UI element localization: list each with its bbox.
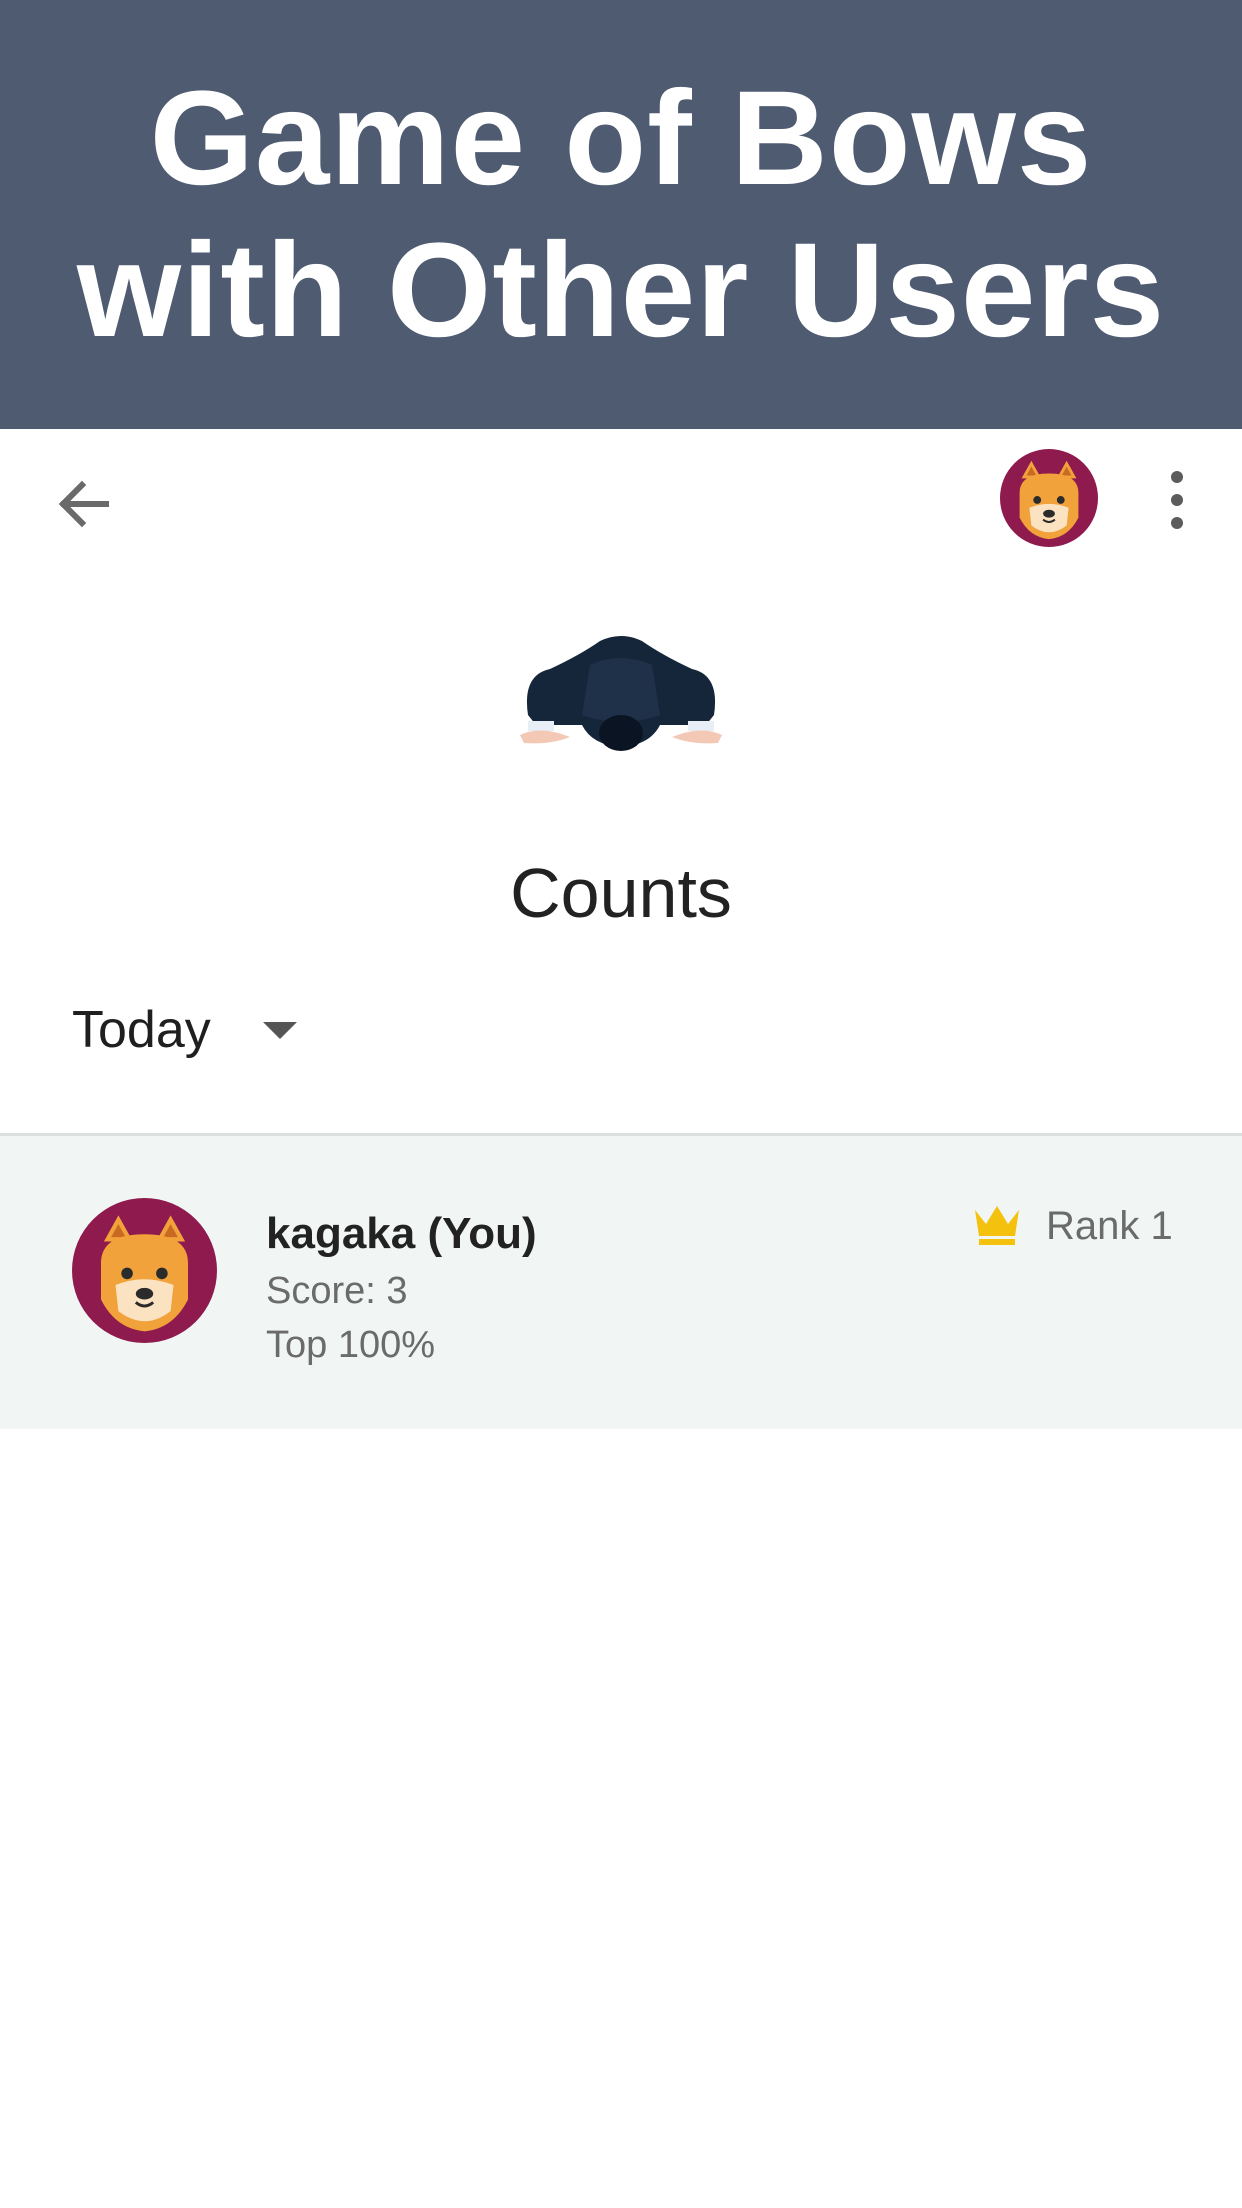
arrow-left-icon <box>58 480 109 528</box>
more-vertical-icon <box>1171 471 1183 529</box>
user-top-percent: Top 100% <box>266 1324 436 1366</box>
app-bar <box>0 429 1242 569</box>
page-title: Counts <box>510 854 732 932</box>
user-rank: Rank 1 <box>1046 1204 1173 1248</box>
crown-icon <box>972 1202 1022 1246</box>
leaderboard-row[interactable]: kagaka (You) Score: 3 Top 100% Rank 1 <box>0 1136 1242 1429</box>
period-selected-value: Today <box>72 1001 211 1059</box>
period-dropdown[interactable]: Today <box>72 990 297 1070</box>
promo-banner: Game of Bows with Other Users <box>0 0 1242 429</box>
user-name: kagaka (You) <box>266 1209 537 1258</box>
profile-avatar-button[interactable] <box>1000 449 1098 547</box>
bowing-person-illustration <box>510 625 732 755</box>
back-button[interactable] <box>50 469 120 539</box>
banner-title-line-2: with Other Users <box>76 215 1166 365</box>
caret-down-icon <box>262 1021 297 1039</box>
shiba-dog-avatar <box>72 1198 217 1343</box>
user-avatar <box>72 1198 217 1343</box>
more-options-button[interactable] <box>1160 467 1194 533</box>
user-score: Score: 3 <box>266 1270 408 1312</box>
shiba-dog-avatar <box>1000 449 1098 547</box>
banner-title-line-1: Game of Bows <box>149 63 1093 213</box>
